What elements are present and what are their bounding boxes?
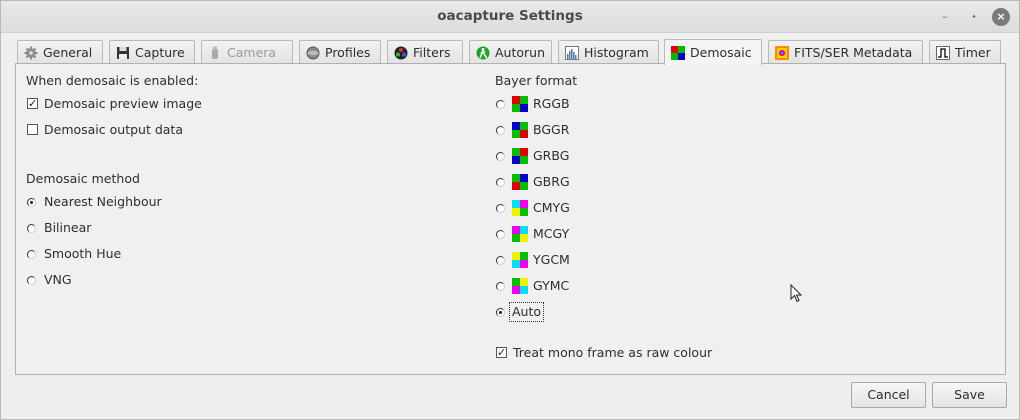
metadata-icon xyxy=(775,45,789,60)
timer-icon xyxy=(936,45,950,60)
tab-label: Camera xyxy=(227,45,277,60)
bayer-ygcm-label[interactable]: YGCM xyxy=(533,252,570,267)
minimize-button[interactable]: – xyxy=(935,7,955,27)
gear-icon xyxy=(24,46,38,59)
cancel-button[interactable]: Cancel xyxy=(851,382,926,408)
bayer-cmyg-swatch-icon xyxy=(512,200,528,216)
bayer-format-heading: Bayer format xyxy=(495,73,578,88)
bayer-gbrg-label[interactable]: GBRG xyxy=(533,174,570,189)
tab-capture[interactable]: Capture xyxy=(109,40,195,64)
bayer-rggb-radio[interactable] xyxy=(496,100,505,109)
tab-autorun[interactable]: Autorun xyxy=(469,40,552,64)
bayer-mcgy-label[interactable]: MCGY xyxy=(533,226,569,241)
tab-histogram[interactable]: Histogram xyxy=(558,40,659,64)
method-smooth-hue-label[interactable]: Smooth Hue xyxy=(44,246,121,261)
bayer-grbg-label[interactable]: GRBG xyxy=(533,148,569,163)
bayer-gymc-label[interactable]: GYMC xyxy=(533,278,569,293)
tab-label: FITS/SER Metadata xyxy=(794,45,913,60)
demosaic-enabled-heading: When demosaic is enabled: xyxy=(26,73,199,88)
demosaic-method-heading: Demosaic method xyxy=(26,171,140,186)
profiles-icon xyxy=(306,46,320,59)
method-bilinear-radio[interactable] xyxy=(27,224,36,233)
demosaic-icon xyxy=(671,45,685,60)
bayer-rggb-swatch-icon xyxy=(512,96,528,112)
bayer-auto-label: Auto xyxy=(512,304,542,319)
bayer-ygcm-swatch-icon xyxy=(512,252,528,268)
mono-raw-colour-label[interactable]: Treat mono frame as raw colour xyxy=(513,345,712,360)
bayer-cmyg-label[interactable]: CMYG xyxy=(533,200,570,215)
bayer-gbrg-radio[interactable] xyxy=(496,178,505,187)
tab-timer[interactable]: Timer xyxy=(929,40,1001,64)
method-bilinear-label[interactable]: Bilinear xyxy=(44,220,91,235)
tab-filters[interactable]: Filters xyxy=(387,40,463,64)
mouse-cursor-icon xyxy=(790,284,803,303)
filter-wheel-icon xyxy=(394,46,408,59)
tab-demosaic[interactable]: Demosaic xyxy=(664,39,762,65)
tab-camera: Camera xyxy=(201,40,293,64)
tab-label: Autorun xyxy=(495,45,546,60)
save-button[interactable]: Save xyxy=(932,382,1007,408)
bayer-rggb-label[interactable]: RGGB xyxy=(533,96,570,111)
demosaic-preview-label[interactable]: Demosaic preview image xyxy=(44,96,202,111)
bayer-mcgy-radio[interactable] xyxy=(496,230,505,239)
bayer-grbg-radio[interactable] xyxy=(496,152,505,161)
title-bar[interactable]: oacapture Settings – ⬩ × xyxy=(1,1,1019,33)
tab-label: Filters xyxy=(413,45,451,60)
camera-icon xyxy=(212,46,218,59)
bayer-bggr-radio[interactable] xyxy=(496,126,505,135)
bayer-gymc-radio[interactable] xyxy=(496,282,505,291)
autorun-icon xyxy=(476,46,490,59)
tab-label: Profiles xyxy=(325,45,371,60)
bayer-cmyg-radio[interactable] xyxy=(496,204,505,213)
demosaic-preview-checkbox[interactable]: ✓ xyxy=(27,98,38,109)
bayer-grbg-swatch-icon xyxy=(512,148,528,164)
bayer-bggr-swatch-icon xyxy=(512,122,528,138)
histogram-icon xyxy=(565,45,579,60)
tab-label: Histogram xyxy=(584,45,649,60)
tab-label: General xyxy=(43,45,93,60)
window-title: oacapture Settings xyxy=(437,8,583,24)
bayer-mcgy-swatch-icon xyxy=(512,226,528,242)
demosaic-output-label[interactable]: Demosaic output data xyxy=(44,122,183,137)
bayer-auto-focus[interactable]: Auto xyxy=(509,302,545,322)
method-smooth-hue-radio[interactable] xyxy=(27,250,36,259)
method-nearest-neighbour-label[interactable]: Nearest Neighbour xyxy=(44,194,162,209)
demosaic-output-checkbox[interactable] xyxy=(27,124,38,135)
tab-fits-ser-metadata[interactable]: FITS/SER Metadata xyxy=(768,40,923,64)
mono-raw-colour-checkbox[interactable]: ✓ xyxy=(496,347,507,358)
method-vng-radio[interactable] xyxy=(27,276,36,285)
tab-label: Capture xyxy=(135,45,185,60)
settings-window: oacapture Settings – ⬩ × General Capture… xyxy=(0,0,1020,420)
tab-label: Demosaic xyxy=(690,45,752,60)
bayer-gbrg-swatch-icon xyxy=(512,174,528,190)
bayer-ygcm-radio[interactable] xyxy=(496,256,505,265)
floppy-disk-icon xyxy=(117,46,129,59)
maximize-button[interactable]: ⬩ xyxy=(964,7,984,27)
tab-general[interactable]: General xyxy=(17,40,103,64)
tab-label: Timer xyxy=(955,45,991,60)
bayer-gymc-swatch-icon xyxy=(512,278,528,294)
method-vng-label[interactable]: VNG xyxy=(44,272,72,287)
close-button[interactable]: × xyxy=(992,8,1010,26)
bayer-bggr-label[interactable]: BGGR xyxy=(533,122,569,137)
bayer-auto-radio[interactable] xyxy=(496,308,505,317)
method-nearest-neighbour-radio[interactable] xyxy=(27,198,36,207)
tab-profiles[interactable]: Profiles xyxy=(299,40,381,64)
